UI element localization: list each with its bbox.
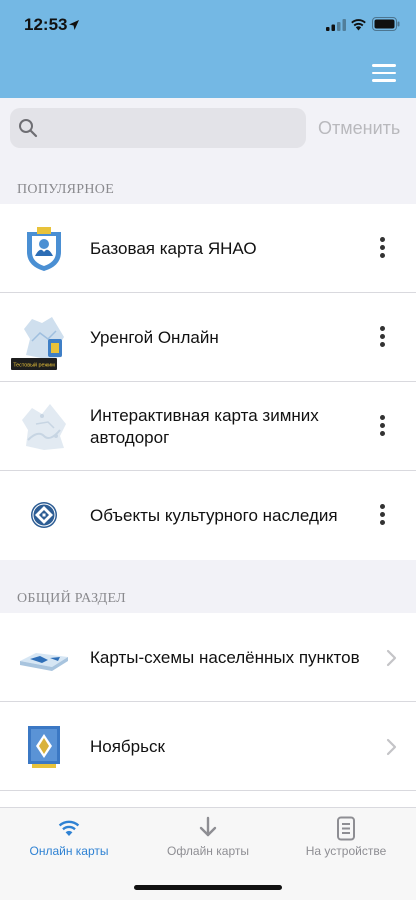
yanao-emblem-icon (27, 227, 61, 271)
search-icon (19, 119, 38, 138)
test-mode-badge-label: Тестовый режим (13, 362, 55, 369)
noyabrsk-coat-of-arms-icon (28, 726, 60, 768)
test-mode-badge: Тестовый режим (11, 358, 57, 370)
search-bar: Отменить (0, 98, 416, 160)
tab-label: Онлайн карты (29, 844, 109, 858)
search-input[interactable] (46, 108, 296, 148)
tab-offline-maps[interactable]: Офлайн карты (138, 816, 278, 858)
app-header: 12:53 (0, 0, 416, 98)
list-item[interactable]: Объекты культурного наследия (0, 471, 416, 560)
download-arrow-icon (199, 816, 217, 837)
tab-online-maps[interactable]: Онлайн карты (0, 816, 139, 858)
tab-label: Офлайн карты (166, 844, 249, 858)
status-bar: 12:53 (0, 0, 416, 50)
general-list: Карты-схемы населённых пунктов Ноябрьск (0, 613, 416, 811)
location-arrow-icon (69, 20, 79, 30)
list-item[interactable]: Уренгой Онлайн (0, 293, 416, 382)
battery-icon (372, 17, 400, 31)
cancel-button[interactable]: Отменить (318, 118, 400, 139)
list-item-label: Карты-схемы населённых пунктов (90, 647, 360, 667)
more-options-icon[interactable] (376, 237, 388, 261)
wifi-status-icon (351, 19, 366, 31)
list-item[interactable]: Интерактивная карта зимних автодорог (0, 382, 416, 471)
list-item[interactable]: Ноябрьск (0, 702, 416, 791)
tab-on-device[interactable]: На устройстве (276, 816, 416, 858)
device-document-icon (337, 816, 355, 841)
hamburger-menu-icon[interactable] (372, 64, 396, 84)
status-time: 12:53 (24, 15, 68, 34)
urengoy-map-icon (24, 317, 64, 359)
chevron-right-icon (386, 649, 397, 667)
settlement-map-icon (20, 653, 68, 671)
more-options-icon[interactable] (376, 326, 388, 350)
wifi-icon (58, 820, 80, 836)
heritage-emblem-icon (31, 502, 57, 528)
tab-label: На устройстве (305, 844, 387, 858)
more-options-icon[interactable] (376, 415, 388, 439)
section-title-popular: ПОПУЛЯРНОЕ (17, 182, 115, 197)
list-item-label: Интерактивная карта зимних автодорог (90, 405, 319, 447)
search-field[interactable] (10, 108, 306, 148)
home-indicator (134, 885, 282, 890)
list-item-label: Объекты культурного наследия (90, 505, 338, 525)
popular-list: Базовая карта ЯНАО Уренгой Онлайн Интера… (0, 204, 416, 560)
cellular-signal-icon (326, 19, 346, 31)
chevron-right-icon (386, 738, 397, 756)
list-item-label: Базовая карта ЯНАО (90, 238, 257, 258)
list-item[interactable]: Карты-схемы населённых пунктов (0, 613, 416, 702)
list-item-label: Уренгой Онлайн (90, 327, 219, 347)
list-item-label: Ноябрьск (90, 736, 165, 756)
section-title-general: ОБЩИЙ РАЗДЕЛ (17, 591, 126, 606)
list-item[interactable]: Базовая карта ЯНАО (0, 204, 416, 293)
more-options-icon[interactable] (376, 504, 388, 528)
winter-roads-map-icon (22, 404, 66, 450)
